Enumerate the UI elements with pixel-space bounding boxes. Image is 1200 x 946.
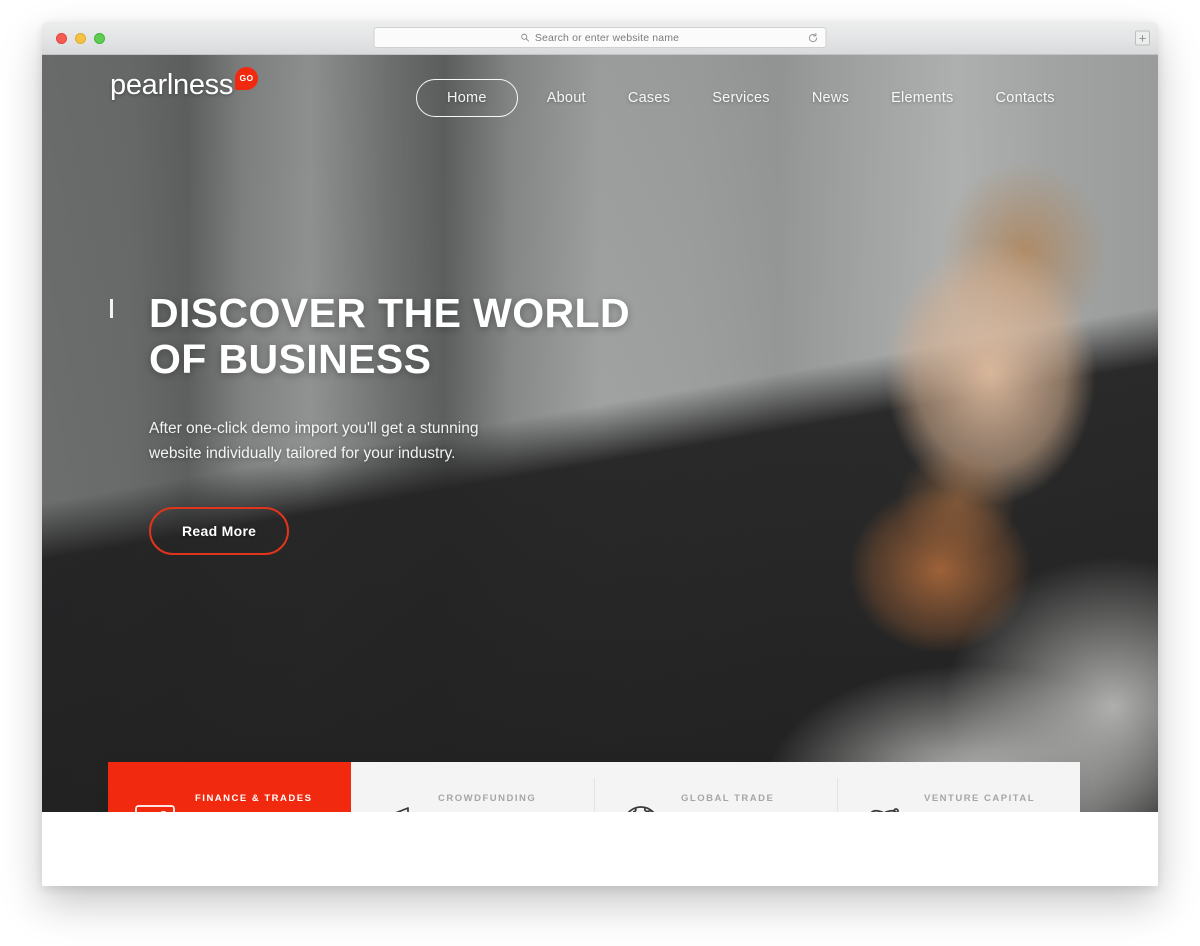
nav-item-elements[interactable]: Elements [870,79,974,117]
browser-window: Search or enter website name + pearlness… [42,22,1158,886]
service-card-finance-trades[interactable]: FINANCE & TRADES Stock Exchange & Banks [108,762,351,812]
address-bar[interactable]: Search or enter website name [373,27,827,48]
globe-icon [616,799,666,812]
service-card-text: FINANCE & TRADES Stock Exchange & Banks [195,793,312,812]
service-card-text: CROWDFUNDING Kickstarter & Early Campaig… [438,793,565,812]
page-viewport: pearlness GO Home About Cases Services N… [42,55,1158,886]
logo-badge-label: GO [239,73,254,84]
service-card-crowdfunding[interactable]: CROWDFUNDING Kickstarter & Early Campaig… [351,762,594,812]
service-card-venture-capital[interactable]: VENTURE CAPITAL Seed Funding & Innovatio… [837,762,1080,812]
close-window-button[interactable] [56,33,67,44]
atom-icon [859,799,909,812]
new-tab-button[interactable]: + [1135,30,1150,46]
logo-text: pearlness [110,69,234,101]
megaphone-icon [373,799,423,812]
nav-item-services[interactable]: Services [691,79,791,117]
hero-title-line-1: DISCOVER THE WORLD [149,290,630,336]
service-cards-strip: FINANCE & TRADES Stock Exchange & Banks [108,762,1080,812]
service-card-global-trade[interactable]: GLOBAL TRADE Incoterms Finance & Trades [594,762,837,812]
address-bar-placeholder: Search or enter website name [534,31,680,44]
logo-go-badge: GO [235,67,259,90]
service-card-text: VENTURE CAPITAL Seed Funding & Innovatio… [924,793,1035,812]
hero-section: pearlness GO Home About Cases Services N… [42,55,1158,812]
hero-subtitle: After one-click demo import you'll get a… [149,416,549,466]
service-kicker: FINANCE & TRADES [195,793,313,805]
nav-item-contacts[interactable]: Contacts [975,79,1076,117]
service-kicker: VENTURE CAPITAL [924,793,1035,805]
page-body-below-hero [42,812,1158,886]
site-header: pearlness GO Home About Cases Services N… [42,55,1158,123]
main-navigation: Home About Cases Services News Elements … [416,79,1076,117]
nav-item-about[interactable]: About [526,79,607,117]
hero-accent-bar [110,299,113,318]
read-more-button[interactable]: Read More [149,506,290,555]
hero-title: DISCOVER THE WORLD OF BUSINESS [149,290,630,383]
minimize-window-button[interactable] [75,33,86,44]
zoom-window-button[interactable] [94,33,105,44]
service-kicker: GLOBAL TRADE [681,793,775,805]
hero-subtitle-line-1: After one-click demo import you'll get a… [149,419,479,437]
site-logo[interactable]: pearlness GO [110,67,259,101]
service-card-text: GLOBAL TRADE Incoterms Finance & Trades [681,793,802,812]
window-controls [56,33,105,44]
reload-icon[interactable] [808,32,819,43]
browser-title-bar: Search or enter website name + [42,22,1158,55]
hero-content: DISCOVER THE WORLD OF BUSINESS After one… [110,290,630,555]
search-icon [521,33,530,42]
hero-title-line-2: OF BUSINESS [149,336,432,383]
service-kicker: CROWDFUNDING [438,793,537,805]
hero-subtitle-line-2: website individually tailored for your i… [149,444,456,462]
nav-item-news[interactable]: News [791,79,870,117]
nav-item-home[interactable]: Home [416,79,518,117]
nav-item-cases[interactable]: Cases [607,79,691,117]
monitor-chart-icon [130,799,180,812]
